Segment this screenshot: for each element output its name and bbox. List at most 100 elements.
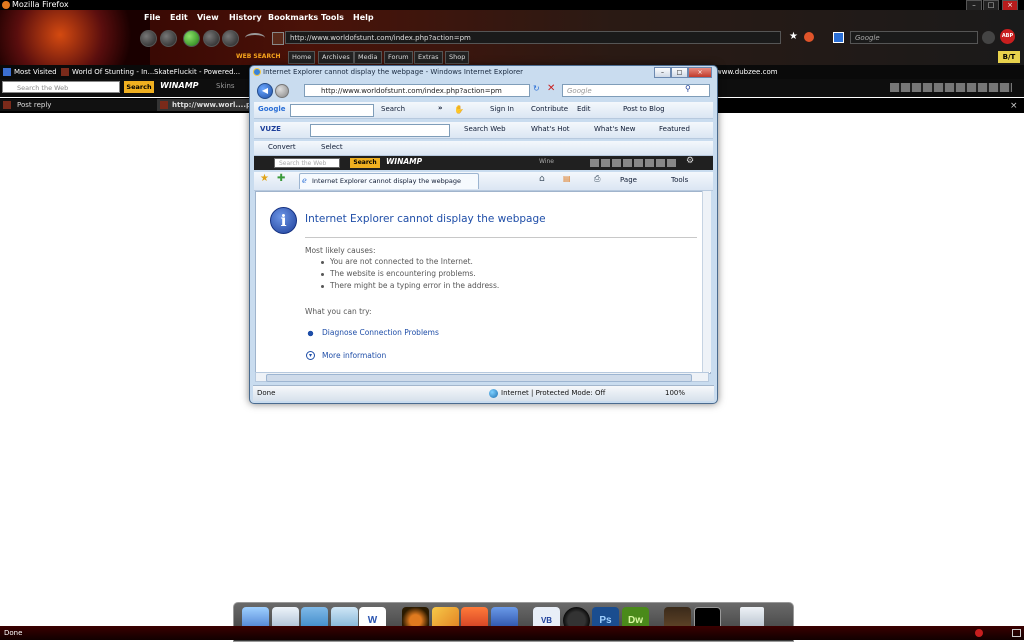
whats-hot-button[interactable]: What's Hot — [531, 123, 569, 136]
security-zone[interactable]: Internet | Protected Mode: Off — [501, 386, 605, 401]
addon-icon[interactable] — [804, 32, 814, 42]
firefox-title-bar: Mozilla Firefox – □ × — [0, 0, 1024, 11]
horizontal-scrollbar[interactable] — [255, 372, 709, 382]
search-input[interactable]: Google — [850, 31, 978, 44]
site-tab-extras[interactable]: Extras — [414, 51, 443, 64]
ie-maximize-button[interactable]: □ — [671, 67, 688, 78]
sign-in-button[interactable]: Sign In — [490, 103, 514, 116]
pointer-icon[interactable]: ✋ — [454, 105, 464, 114]
google-icon — [833, 32, 844, 43]
menu-view[interactable]: View — [197, 13, 219, 22]
menu-help[interactable]: Help — [353, 13, 374, 22]
ie-address-bar[interactable]: http://www.worldofstunt.com/index.php?ac… — [304, 84, 530, 97]
firefox-status-bar: Done — [0, 626, 1024, 640]
more-information-link[interactable]: More information — [322, 351, 386, 360]
zoom-level[interactable]: 100% — [665, 386, 685, 401]
menu-tools[interactable]: Tools — [321, 13, 344, 22]
refresh-icon[interactable]: ↻ — [533, 84, 540, 93]
convert-button[interactable]: Convert — [268, 141, 296, 154]
scroll-thumb[interactable] — [266, 374, 692, 382]
tab-label: Post reply — [17, 101, 52, 109]
back-button[interactable] — [140, 30, 157, 47]
menu-file[interactable]: File — [144, 13, 160, 22]
diagnose-link[interactable]: Diagnose Connection Problems — [322, 328, 439, 337]
google-logo: Google — [258, 105, 286, 113]
site-tab-shop[interactable]: Shop — [445, 51, 470, 64]
close-tab-icon[interactable]: × — [1010, 101, 1018, 111]
abp-icon[interactable]: ABP — [1000, 29, 1015, 44]
select-button[interactable]: Select — [321, 141, 343, 154]
stop-icon[interactable]: ✕ — [547, 83, 555, 94]
toolbar-search-button[interactable]: Search — [124, 81, 154, 93]
contribute-button[interactable]: Contribute — [531, 103, 568, 116]
wine-label: Wine — [539, 158, 554, 165]
bookmark-world-of-stunting[interactable]: World Of Stunting - In... — [72, 65, 154, 79]
theme-artwork — [0, 10, 150, 65]
bt-button[interactable]: B/T — [998, 51, 1020, 63]
menu-edit[interactable]: Edit — [170, 13, 188, 22]
google-search-input[interactable] — [290, 104, 374, 117]
expand-icon[interactable]: ▾ — [306, 351, 315, 360]
toolbar-search-input[interactable]: Search the Web — [2, 81, 120, 93]
ie-window: Internet Explorer cannot display the web… — [249, 65, 718, 404]
favorites-star-icon[interactable]: ★ — [260, 173, 269, 184]
gear-icon[interactable]: ⚙ — [686, 156, 694, 166]
bookmark-skatefluckit[interactable]: SkateFluckit - Powered... — [154, 65, 240, 79]
edit-button[interactable]: Edit — [577, 103, 591, 116]
tab-worldofstunt[interactable]: http://www.worl....php — [157, 99, 261, 111]
menu-history[interactable]: History — [229, 13, 262, 22]
tools-menu[interactable]: Tools — [671, 174, 688, 187]
vuze-toolbar: VUZE Search Web What's Hot What's New Fe… — [254, 122, 713, 139]
winamp-logo[interactable]: WINAMP — [160, 81, 199, 90]
search-web-button[interactable]: Search Web — [464, 123, 506, 136]
menu-bookmarks[interactable]: Bookmarks — [268, 13, 318, 22]
vuze-logo[interactable]: VUZE — [260, 123, 281, 136]
ie-search-icon[interactable]: ⚲ — [685, 84, 691, 93]
ie-forward-button[interactable] — [275, 84, 289, 98]
site-tab-media[interactable]: Media — [354, 51, 382, 64]
site-tab-forum[interactable]: Forum — [384, 51, 413, 64]
featured-button[interactable]: Featured — [659, 123, 690, 136]
vuze-search-input[interactable] — [310, 124, 450, 137]
post-to-blog-button[interactable]: Post to Blog — [623, 103, 665, 116]
player-controls[interactable] — [890, 83, 1012, 92]
whats-new-button[interactable]: What's New — [594, 123, 635, 136]
stop-button[interactable] — [203, 30, 220, 47]
star-icon[interactable]: ★ — [789, 31, 798, 42]
ie-command-bar: ★ ✚ ℯ Internet Explorer cannot display t… — [254, 172, 713, 191]
home-icon[interactable]: ⌂ — [539, 174, 545, 184]
ie-back-button[interactable]: ◀ — [257, 83, 273, 99]
error-heading: Internet Explorer cannot display the web… — [305, 213, 546, 225]
winamp-logo[interactable]: WINAMP — [386, 157, 422, 166]
forward-button[interactable] — [160, 30, 177, 47]
status-icon[interactable] — [1012, 629, 1021, 637]
address-bar[interactable]: http://www.worldofstunt.com/index.php?ac… — [285, 31, 781, 44]
google-search-button[interactable]: Search — [381, 103, 405, 116]
tab-post-reply[interactable]: Post reply — [0, 99, 158, 111]
add-favorites-icon[interactable]: ✚ — [277, 173, 285, 184]
reload-button[interactable] — [183, 30, 200, 47]
vertical-scrollbar[interactable] — [702, 191, 711, 372]
site-tab-archives[interactable]: Archives — [318, 51, 354, 64]
ie-tab[interactable]: ℯ Internet Explorer cannot display the w… — [299, 173, 479, 189]
convert-toolbar: Convert Select — [254, 141, 713, 156]
bookmark-most-visited[interactable]: Most Visited — [14, 65, 57, 79]
feeds-icon[interactable]: ▤ — [563, 174, 571, 183]
bookmark-dubzee[interactable]: www.dubzee.com — [716, 65, 778, 79]
ie-minimize-button[interactable]: – — [654, 67, 671, 78]
status-text: Done — [4, 629, 23, 637]
ie-close-button[interactable]: × — [688, 67, 712, 78]
winamp-player-controls[interactable] — [590, 159, 676, 167]
site-tab-home[interactable]: Home — [288, 51, 316, 64]
ie-status-bar: Done Internet | Protected Mode: Off 100% — [253, 385, 714, 401]
status-addon-icon[interactable] — [975, 629, 983, 637]
home-button[interactable] — [222, 30, 239, 47]
ie-status-text: Done — [257, 389, 276, 397]
winamp-search-button[interactable]: Search — [350, 158, 380, 168]
winamp-search-input[interactable]: Search the Web — [274, 158, 340, 168]
skins-menu[interactable]: Skins — [216, 82, 235, 90]
page-menu[interactable]: Page — [620, 174, 637, 187]
search-go-icon[interactable] — [982, 31, 995, 44]
print-icon[interactable]: ⎙ — [594, 174, 600, 184]
google-more-button[interactable]: » — [438, 102, 443, 115]
